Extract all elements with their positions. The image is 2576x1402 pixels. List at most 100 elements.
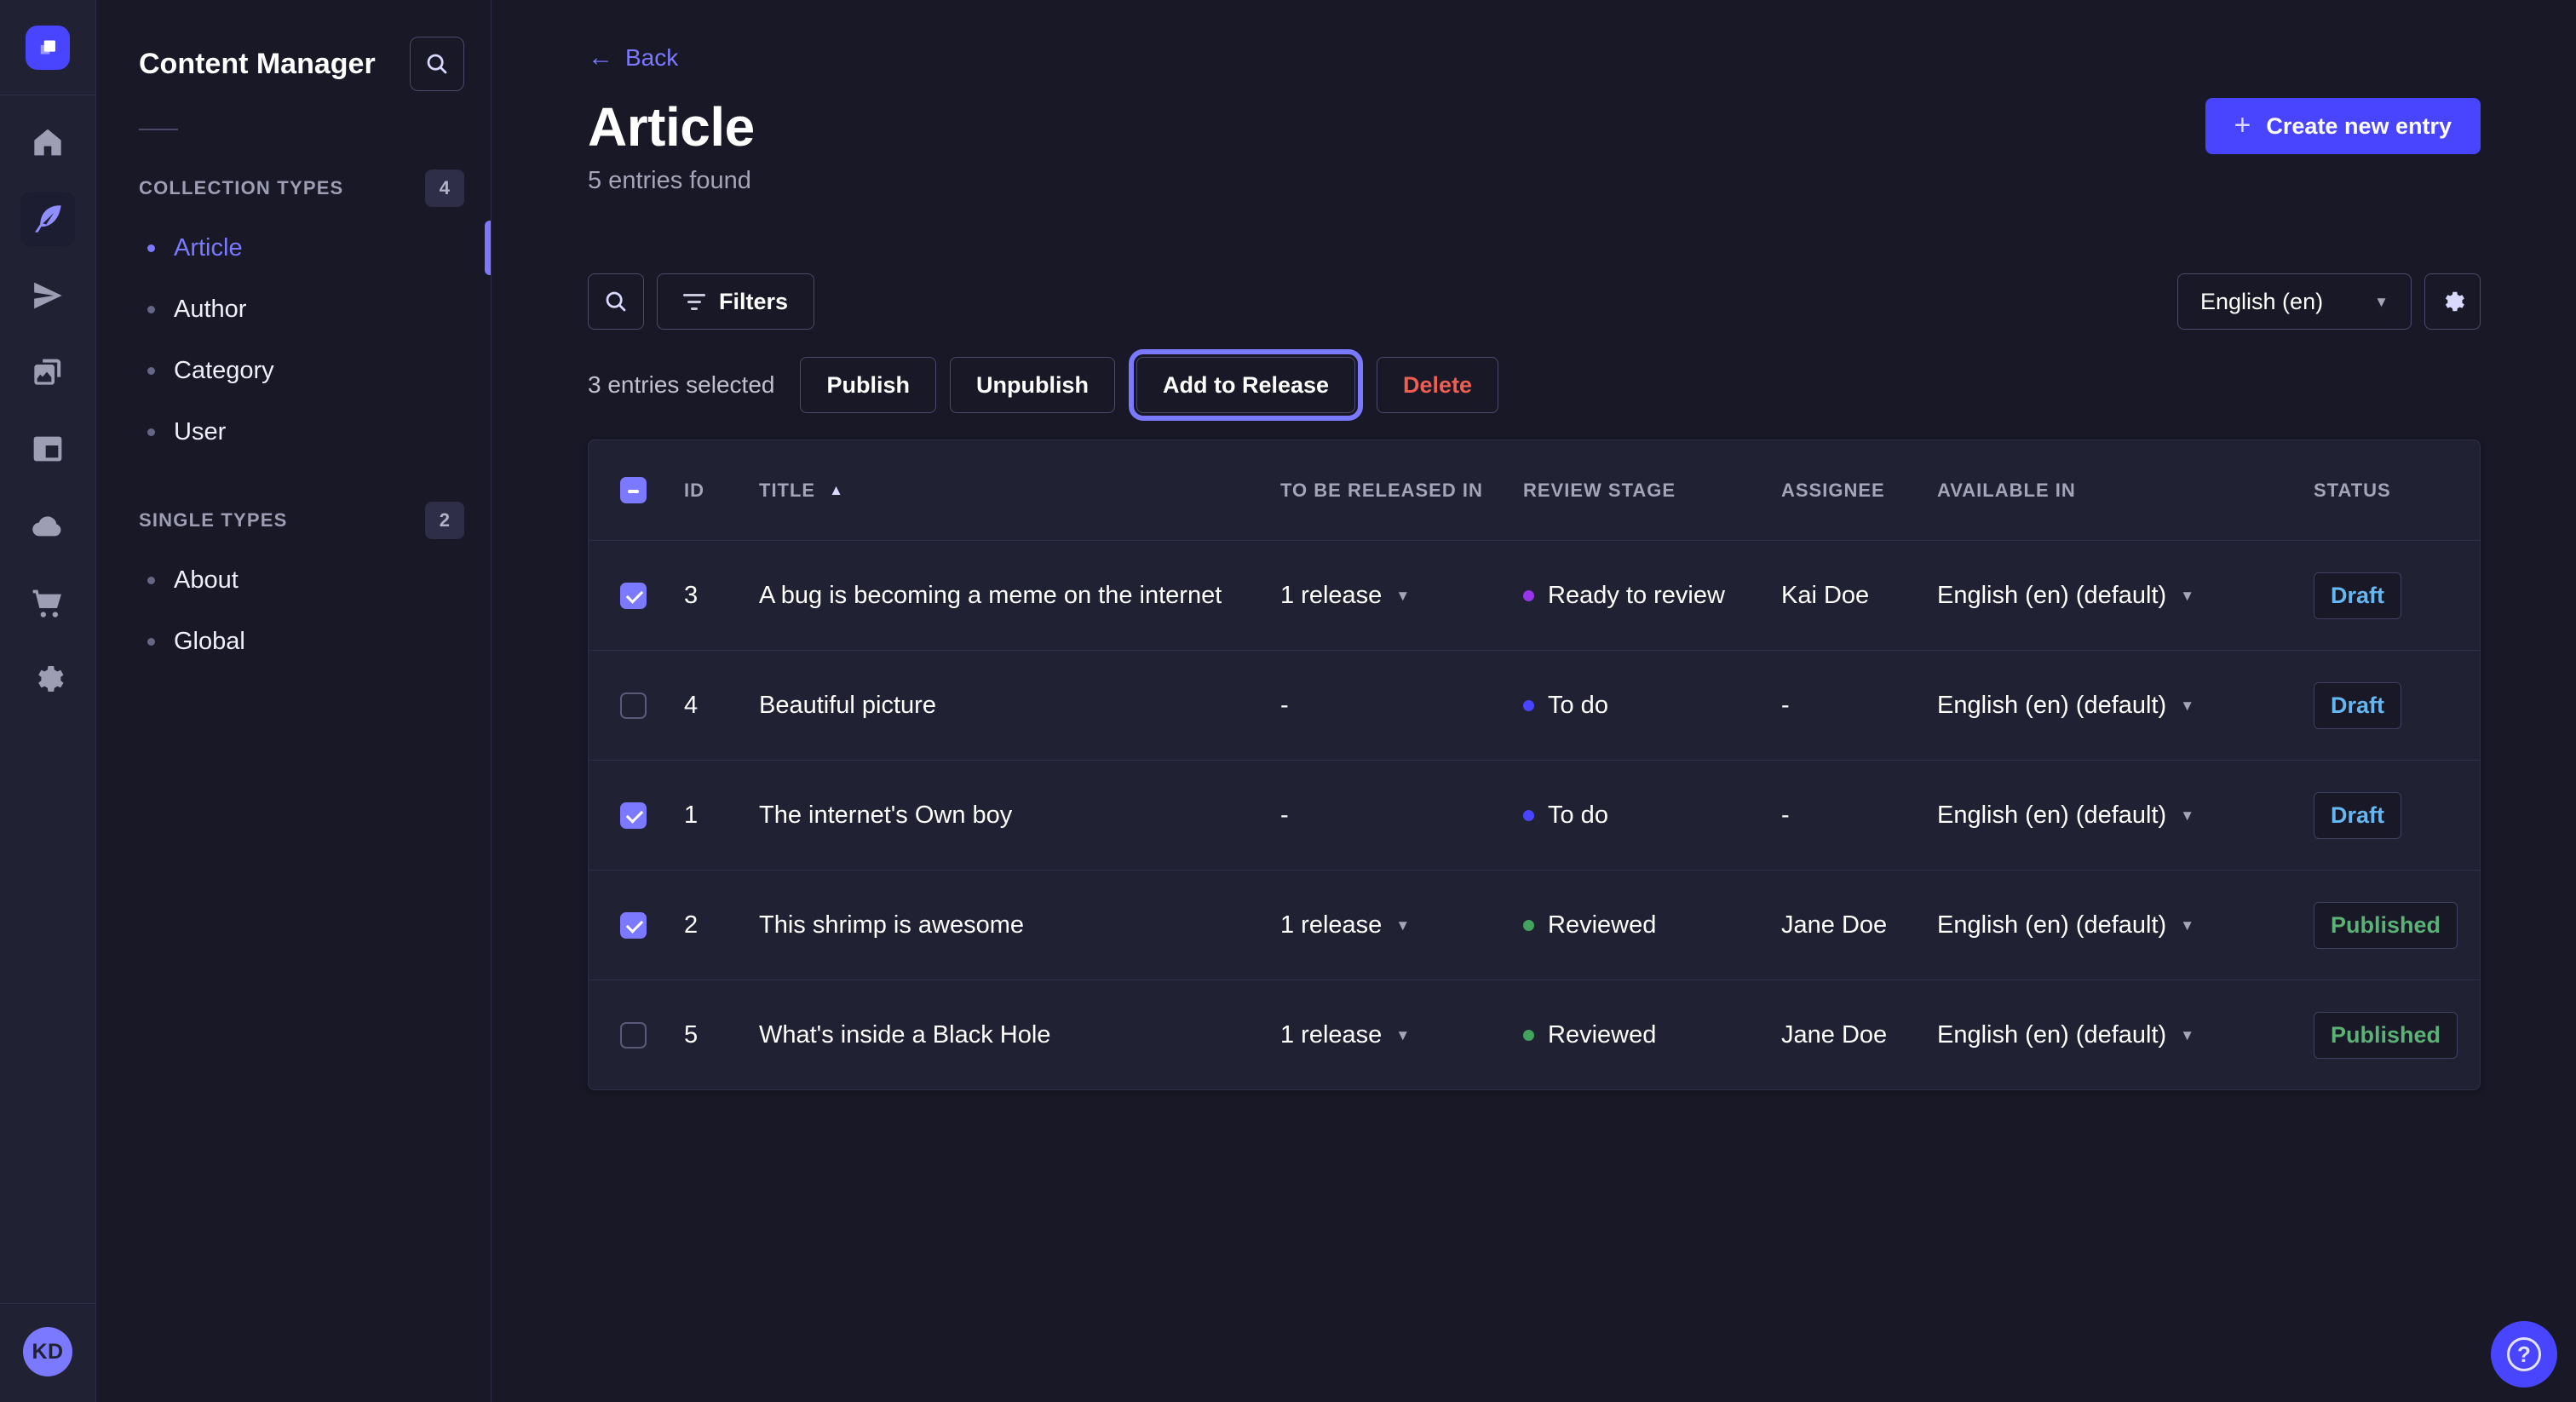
locale-value: English (en) (default) xyxy=(1937,692,2166,720)
plus-icon: + xyxy=(2234,111,2251,140)
cell-id: 1 xyxy=(684,802,698,830)
stage-dot-icon xyxy=(1523,810,1534,821)
add-to-release-button[interactable]: Add to Release xyxy=(1136,357,1355,413)
cell-to-be-released-in[interactable]: 1 release ▼ xyxy=(1280,1021,1523,1049)
sidebar-item-label: Global xyxy=(174,628,245,656)
nav-item-content-manager[interactable] xyxy=(20,192,75,246)
sidebar-item-user[interactable]: User xyxy=(139,401,491,463)
sidebar-item-about[interactable]: About xyxy=(139,549,491,611)
paper-plane-icon xyxy=(31,279,65,313)
images-icon xyxy=(31,355,65,389)
nav-item-settings[interactable] xyxy=(20,652,75,706)
cell-id: 5 xyxy=(684,1021,698,1049)
cell-to-be-released-in[interactable]: 1 release ▼ xyxy=(1280,911,1523,939)
sidebar-item-category[interactable]: Category xyxy=(139,340,491,401)
nav-item-cloud[interactable] xyxy=(20,498,75,553)
row-checkbox[interactable] xyxy=(620,912,647,939)
column-header-id[interactable]: ID xyxy=(684,480,759,502)
cell-title: A bug is becoming a meme on the internet xyxy=(759,582,1222,610)
gear-icon xyxy=(31,662,65,696)
sidebar-item-author[interactable]: Author xyxy=(139,279,491,340)
table-row[interactable]: 5 What's inside a Black Hole 1 release ▼… xyxy=(589,980,2480,1089)
nav-item-content-type-builder[interactable] xyxy=(20,422,75,476)
chevron-down-icon: ▼ xyxy=(1395,589,1410,603)
subnav-section-header: SINGLE TYPES 2 xyxy=(139,502,464,539)
delete-button[interactable]: Delete xyxy=(1377,357,1498,413)
sidebar-item-label: About xyxy=(174,566,239,595)
list-toolbar: Filters English (en) ▼ xyxy=(588,273,2481,330)
search-icon xyxy=(424,51,450,77)
toolbar-right: English (en) ▼ xyxy=(2177,273,2481,330)
filter-icon xyxy=(683,294,705,310)
cell-review-stage: Ready to review xyxy=(1523,582,1781,610)
unpublish-button[interactable]: Unpublish xyxy=(950,357,1115,413)
cell-available-in[interactable]: English (en) (default) ▼ xyxy=(1937,1021,2314,1049)
chevron-down-icon: ▼ xyxy=(1395,918,1410,933)
locale-select-value: English (en) xyxy=(2200,289,2323,315)
table-row[interactable]: 1 The internet's Own boy - To do - Engli… xyxy=(589,760,2480,870)
sidebar-item-global[interactable]: Global xyxy=(139,611,491,672)
main-navbar: KD xyxy=(0,0,96,1402)
nav-item-marketplace[interactable] xyxy=(20,575,75,629)
column-header-review-stage[interactable]: REVIEW STAGE xyxy=(1523,480,1781,502)
column-header-assignee[interactable]: ASSIGNEE xyxy=(1781,480,1937,502)
column-header-status[interactable]: STATUS xyxy=(2314,480,2448,502)
cell-available-in[interactable]: English (en) (default) ▼ xyxy=(1937,911,2314,939)
select-all-checkbox[interactable] xyxy=(620,477,647,503)
column-header-available-in[interactable]: AVAILABLE IN xyxy=(1937,480,2314,502)
strapi-logo[interactable] xyxy=(26,26,70,70)
navbar-items xyxy=(20,115,75,706)
nav-item-releases[interactable] xyxy=(20,268,75,323)
subnav-section-count-badge: 4 xyxy=(425,170,464,207)
help-button[interactable]: ? xyxy=(2491,1321,2557,1388)
publish-button[interactable]: Publish xyxy=(800,357,936,413)
nav-item-media-library[interactable] xyxy=(20,345,75,399)
back-link[interactable]: ← Back xyxy=(588,44,678,72)
locale-select[interactable]: English (en) ▼ xyxy=(2177,273,2412,330)
status-badge: Published xyxy=(2314,1012,2458,1059)
column-header-title[interactable]: TITLE ▲ xyxy=(759,480,1280,502)
row-checkbox[interactable] xyxy=(620,692,647,719)
row-checkbox[interactable] xyxy=(620,1022,647,1049)
cell-available-in[interactable]: English (en) (default) ▼ xyxy=(1937,582,2314,610)
subnav-divider xyxy=(139,129,178,130)
subnav-section-items: About Global xyxy=(139,549,491,672)
cell-review-stage: To do xyxy=(1523,802,1781,830)
sidebar-item-article[interactable]: Article xyxy=(139,217,491,279)
cell-to-be-released-in: - xyxy=(1280,802,1523,830)
column-header-to-be-released-in[interactable]: TO BE RELEASED IN xyxy=(1280,480,1523,502)
chevron-down-icon: ▼ xyxy=(2180,589,2194,603)
sidebar-item-label: Category xyxy=(174,357,274,385)
feather-icon xyxy=(31,202,65,236)
table-row[interactable]: 2 This shrimp is awesome 1 release ▼ Rev… xyxy=(589,870,2480,980)
cell-available-in[interactable]: English (en) (default) ▼ xyxy=(1937,692,2314,720)
search-button[interactable] xyxy=(588,273,644,330)
cell-review-stage: To do xyxy=(1523,692,1781,720)
nav-item-home[interactable] xyxy=(20,115,75,170)
gear-icon xyxy=(2440,289,2465,314)
subnav-search-button[interactable] xyxy=(410,37,464,91)
cell-to-be-released-in[interactable]: 1 release ▼ xyxy=(1280,582,1523,610)
bullet-icon xyxy=(147,306,155,313)
selection-count-text: 3 entries selected xyxy=(588,371,774,399)
home-icon xyxy=(31,125,65,159)
table-row[interactable]: 3 A bug is becoming a meme on the intern… xyxy=(589,540,2480,650)
status-badge: Draft xyxy=(2314,792,2401,839)
release-value: 1 release xyxy=(1280,582,1382,610)
view-settings-button[interactable] xyxy=(2424,273,2481,330)
row-checkbox[interactable] xyxy=(620,802,647,829)
table-row[interactable]: 4 Beautiful picture - To do - English (e… xyxy=(589,650,2480,760)
sidebar-item-label: Author xyxy=(174,296,246,324)
cell-assignee: - xyxy=(1781,692,1790,720)
question-mark-icon: ? xyxy=(2507,1337,2541,1371)
user-avatar[interactable]: KD xyxy=(23,1327,72,1376)
locale-value: English (en) (default) xyxy=(1937,802,2166,830)
create-new-entry-button[interactable]: + Create new entry xyxy=(2205,98,2481,154)
cell-title: Beautiful picture xyxy=(759,692,936,720)
stage-value: To do xyxy=(1548,692,1608,720)
page-title: Article xyxy=(588,95,2481,158)
bullet-icon xyxy=(147,428,155,436)
cell-available-in[interactable]: English (en) (default) ▼ xyxy=(1937,802,2314,830)
filters-button[interactable]: Filters xyxy=(657,273,814,330)
row-checkbox[interactable] xyxy=(620,583,647,609)
